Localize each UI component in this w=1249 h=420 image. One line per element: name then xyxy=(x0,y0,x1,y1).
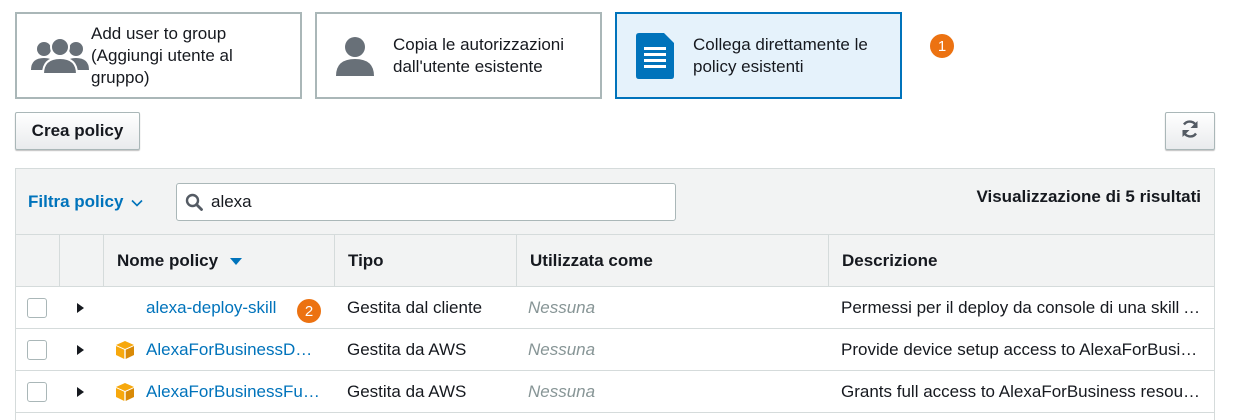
column-label: Tipo xyxy=(348,250,384,270)
option-label: Copia le autorizzazioni dall'utente esis… xyxy=(393,34,565,76)
policy-used-as: Nessuna xyxy=(528,381,596,401)
column-label: Descrizione xyxy=(842,250,938,270)
refresh-icon xyxy=(1180,119,1200,144)
header-expand xyxy=(59,235,103,286)
policy-table: Filtra policy Visualizzazione di 5 risul… xyxy=(15,168,1215,420)
table-row[interactable]: AlexaForBusinessDeviceSetup Gestita da A… xyxy=(16,329,1214,371)
option-label: Add user to group (Aggiungi utente al gr… xyxy=(91,23,233,87)
column-header-description[interactable]: Descrizione xyxy=(828,235,1214,286)
expand-arrow-icon[interactable] xyxy=(77,329,91,370)
column-header-policy-name[interactable]: Nome policy xyxy=(103,235,334,286)
aws-cube-icon xyxy=(115,329,137,370)
option-label: Collega direttamente le policy esistenti xyxy=(693,34,868,76)
user-group-icon xyxy=(17,36,91,76)
row-checkbox[interactable] xyxy=(27,339,47,360)
policy-name-link[interactable]: alexa-deploy-skill xyxy=(146,298,276,318)
policy-type: Gestita da AWS xyxy=(347,339,467,359)
user-icon xyxy=(317,36,393,76)
row-checkbox[interactable] xyxy=(27,297,47,318)
column-header-type[interactable]: Tipo xyxy=(334,235,516,286)
result-count: Visualizzazione di 5 risultati xyxy=(976,187,1201,206)
column-label: Nome policy xyxy=(117,250,219,270)
policy-used-as: Nessuna xyxy=(528,297,596,317)
aws-cube-icon xyxy=(115,371,137,412)
step-badge-1: 1 xyxy=(928,32,956,60)
expand-arrow-icon[interactable] xyxy=(77,371,91,412)
sort-desc-icon xyxy=(230,251,243,271)
option-add-user-to-group[interactable]: Add user to group (Aggiungi utente al gr… xyxy=(15,12,302,99)
row-checkbox[interactable] xyxy=(27,381,47,402)
refresh-button[interactable] xyxy=(1165,112,1215,150)
policy-description: Permessi per il deploy da console di una… xyxy=(841,297,1203,317)
policy-description: Grants full access to AlexaForBusiness r… xyxy=(841,381,1203,401)
chevron-down-icon xyxy=(131,192,143,212)
filter-bar: Filtra policy Visualizzazione di 5 risul… xyxy=(16,169,1214,235)
table-row[interactable]: alexa-deploy-skill 2 Gestita dal cliente… xyxy=(16,287,1214,329)
policy-used-as: Nessuna xyxy=(528,339,596,359)
policy-name-link[interactable]: AlexaForBusinessFullAccess xyxy=(146,382,321,402)
policy-type: Gestita dal cliente xyxy=(347,297,483,317)
header-select xyxy=(16,235,59,286)
table-row[interactable]: AlexaForBusinessFullAccess Gestita da AW… xyxy=(16,371,1214,413)
filter-label: Filtra policy xyxy=(28,192,124,211)
search-icon xyxy=(177,193,211,211)
search-box[interactable] xyxy=(176,183,676,221)
column-header-used-as[interactable]: Utilizzata come xyxy=(516,235,828,286)
expand-arrow-icon[interactable] xyxy=(77,287,91,328)
create-policy-button[interactable]: Crea policy xyxy=(15,112,140,150)
document-icon xyxy=(617,32,693,79)
column-label: Utilizzata come xyxy=(530,250,653,270)
option-copy-permissions[interactable]: Copia le autorizzazioni dall'utente esis… xyxy=(315,12,602,99)
search-input[interactable] xyxy=(211,192,661,212)
policy-description: Provide device setup access to AlexaForB… xyxy=(841,339,1203,359)
option-attach-policies[interactable]: Collega direttamente le policy esistenti xyxy=(615,12,902,99)
step-badge-2: 2 xyxy=(295,297,323,325)
policy-name-link[interactable]: AlexaForBusinessDeviceSetup xyxy=(146,340,321,360)
filter-policy-dropdown[interactable]: Filtra policy xyxy=(28,192,143,212)
table-header: Nome policy Tipo Utilizzata come Descriz… xyxy=(16,235,1214,287)
policy-type: Gestita da AWS xyxy=(347,381,467,401)
